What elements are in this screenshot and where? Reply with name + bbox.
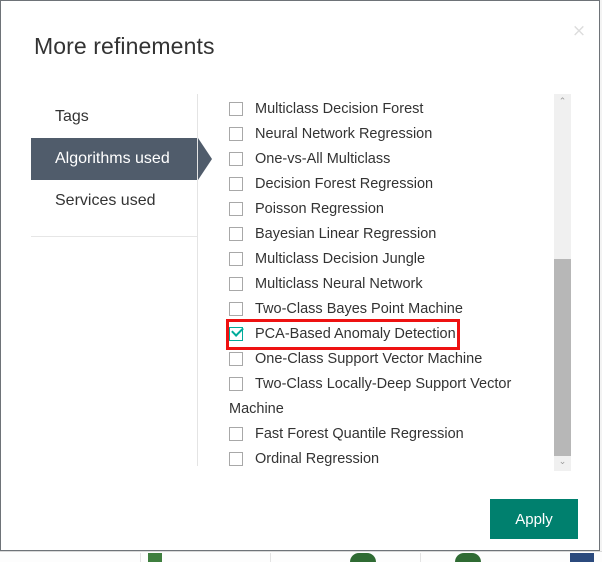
list-item-label: Ordinal Regression [255, 451, 380, 467]
checkbox[interactable] [229, 102, 243, 116]
checkbox[interactable] [229, 302, 243, 316]
checkbox[interactable] [229, 252, 243, 266]
list-item-label: Two-Class Bayes Point Machine [255, 301, 463, 317]
checkbox[interactable] [229, 227, 243, 241]
tab-services-used-label: Services used [55, 192, 156, 209]
apply-button[interactable]: Apply [490, 499, 578, 539]
list-item-label: One-Class Support Vector Machine [255, 351, 483, 367]
checkbox[interactable] [229, 452, 243, 466]
list-item[interactable]: Multiclass Decision Forest [229, 97, 537, 122]
list-item[interactable]: Multiclass Neural Network [229, 272, 537, 297]
list-item-pca-based-anomaly-detection[interactable]: PCA-Based Anomaly Detection [226, 319, 460, 350]
list-item[interactable]: Two-Class Locally-Deep Support Vector Ma… [229, 372, 537, 422]
dialog-title: More refinements [34, 33, 215, 59]
list-item-label: Fast Forest Quantile Regression [255, 426, 464, 442]
list-item-label: Multiclass Neural Network [255, 276, 423, 292]
background-page-strip [0, 551, 602, 562]
tab-tags-label: Tags [55, 108, 89, 125]
algorithm-filter-list: Multiclass Decision Forest Neural Networ… [226, 97, 537, 472]
tab-services-used[interactable]: Services used [31, 180, 198, 222]
checkbox[interactable] [229, 377, 243, 391]
list-item[interactable]: Two-Class Bayes Point Machine [229, 297, 537, 322]
list-item[interactable]: Ordinal Regression [229, 447, 537, 472]
list-item-label: One-vs-All Multiclass [255, 151, 391, 167]
list-item[interactable]: Multiclass Decision Jungle [229, 247, 537, 272]
list-item-label: Decision Forest Regression [255, 176, 434, 192]
chevron-up-icon[interactable]: ⌃ [554, 94, 571, 111]
list-item[interactable]: Bayesian Linear Regression [229, 222, 537, 247]
list-item[interactable]: Poisson Regression [229, 197, 537, 222]
tabs-divider [31, 236, 197, 237]
panel-divider [197, 94, 198, 466]
list-item-label: PCA-Based Anomaly Detection [255, 326, 456, 342]
chevron-down-icon[interactable]: ⌄ [554, 454, 571, 471]
list-item[interactable]: One-vs-All Multiclass [229, 147, 537, 172]
list-item[interactable]: Neural Network Regression [229, 122, 537, 147]
list-item-label: Poisson Regression [255, 201, 384, 217]
list-item-label: Multiclass Decision Forest [255, 101, 424, 117]
more-refinements-dialog: More refinements × Tags Algorithms used … [0, 0, 600, 551]
checkbox[interactable] [229, 427, 243, 441]
tab-algorithms-used[interactable]: Algorithms used [31, 138, 212, 180]
checkbox[interactable] [229, 177, 243, 191]
list-item-label: Neural Network Regression [255, 126, 433, 142]
checkbox-checked[interactable] [229, 324, 244, 341]
list-item[interactable]: Decision Forest Regression [229, 172, 537, 197]
list-item[interactable]: One-Class Support Vector Machine [229, 347, 537, 372]
check-icon [231, 324, 244, 337]
list-item-label: Two-Class Locally-Deep Support Vector Ma… [229, 376, 512, 417]
list-item[interactable]: Fast Forest Quantile Regression [229, 422, 537, 447]
checkbox[interactable] [229, 152, 243, 166]
tab-tags[interactable]: Tags [31, 96, 198, 138]
list-item-label: Multiclass Decision Jungle [255, 251, 426, 267]
checkbox[interactable] [229, 202, 243, 216]
checkbox[interactable] [229, 352, 243, 366]
tab-algorithms-used-label: Algorithms used [55, 150, 170, 167]
scrollbar-thumb[interactable] [554, 259, 571, 456]
list-scrollbar[interactable]: ⌃ ⌄ [554, 94, 571, 471]
close-icon[interactable]: × [567, 19, 591, 43]
refinement-category-tabs: Tags Algorithms used Services used [31, 96, 212, 222]
checkbox[interactable] [229, 127, 243, 141]
checkbox[interactable] [229, 277, 243, 291]
list-item-label: Bayesian Linear Regression [255, 226, 437, 242]
